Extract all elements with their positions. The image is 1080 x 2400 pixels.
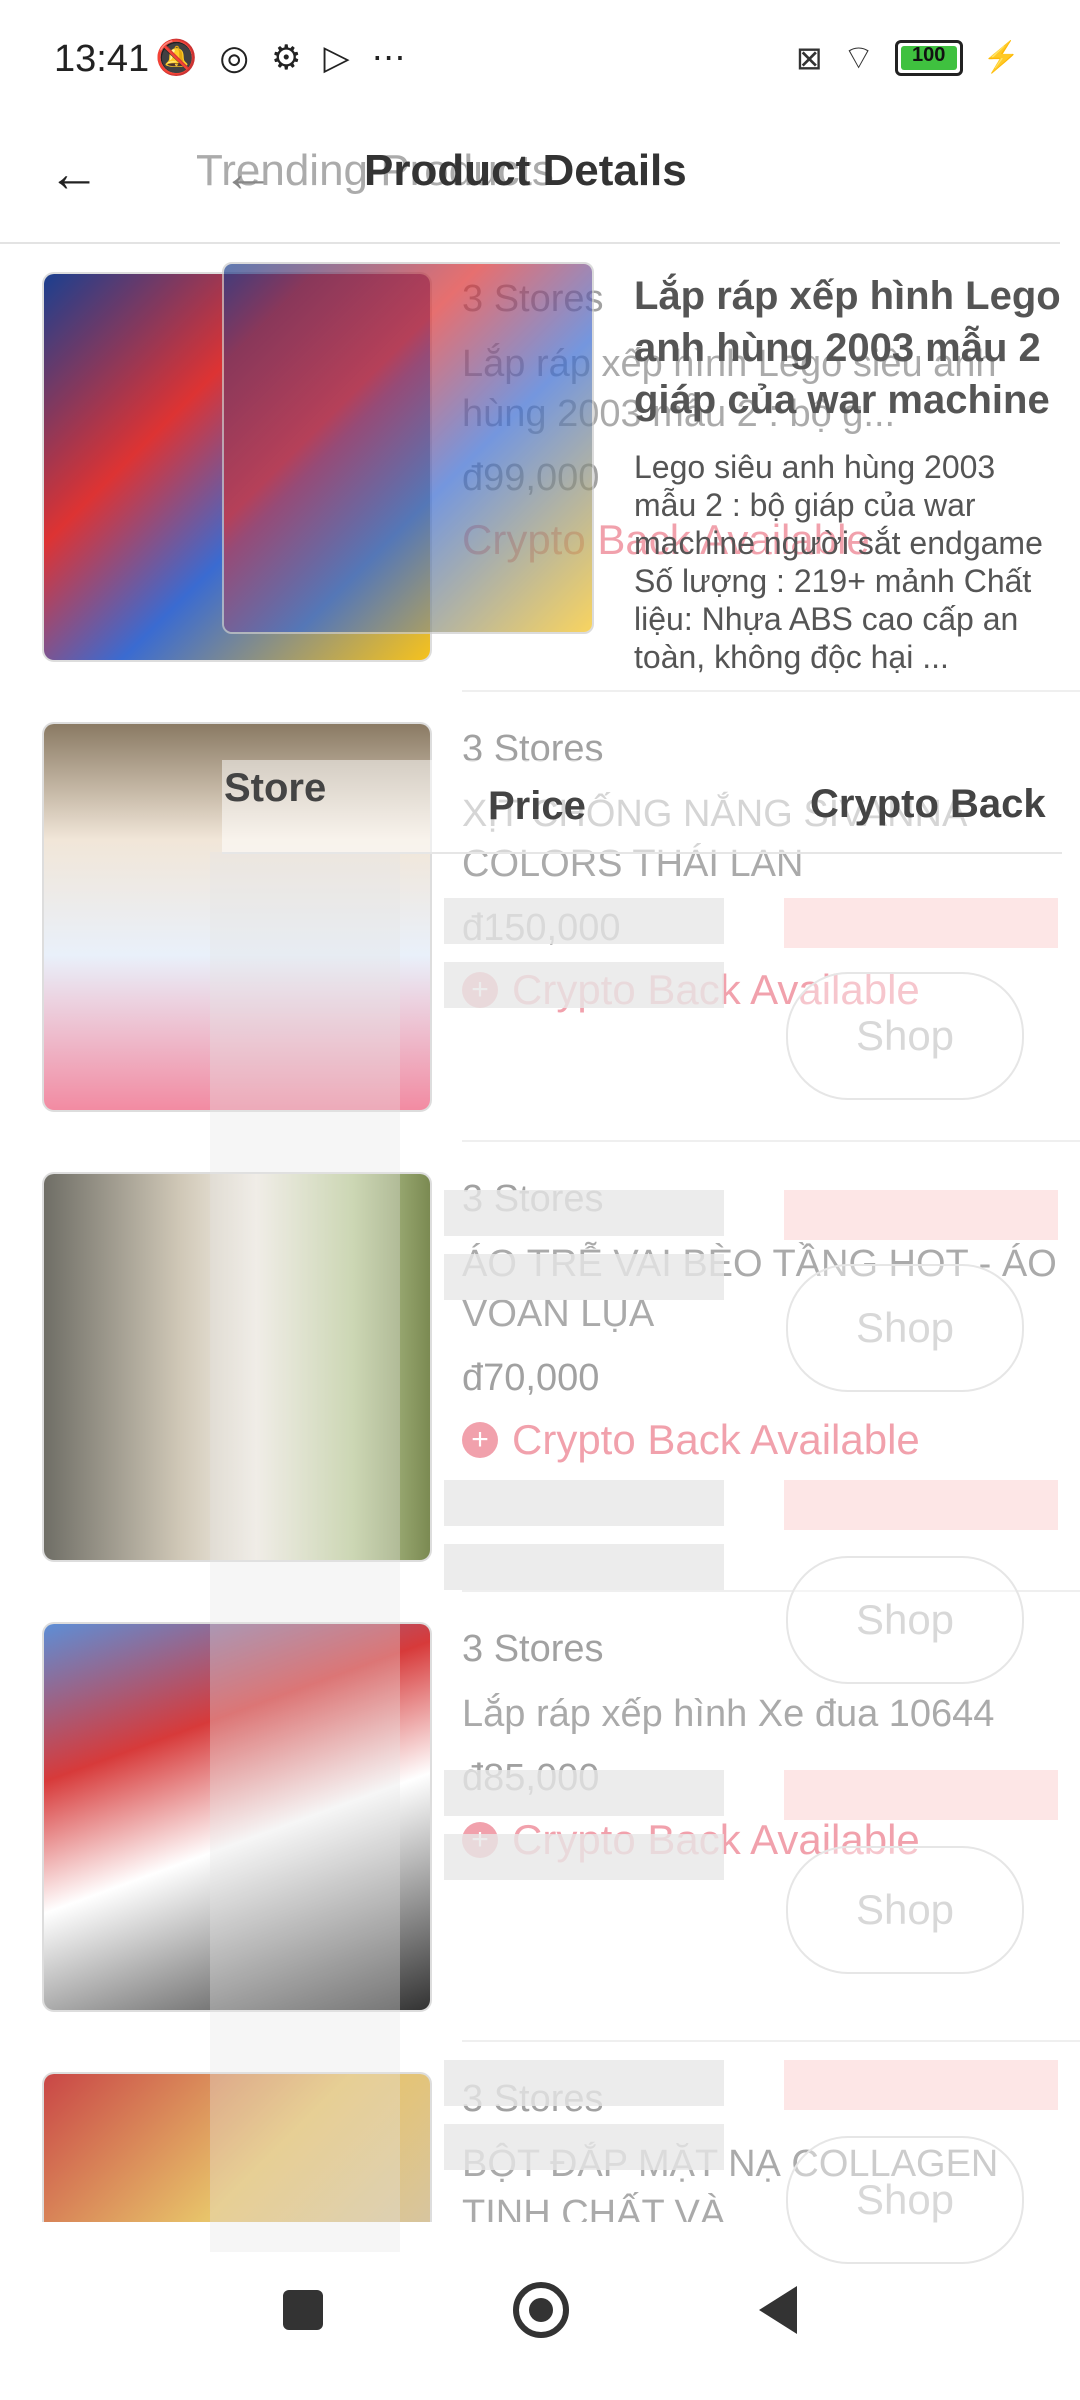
loading-panel bbox=[210, 852, 400, 2252]
header-divider bbox=[0, 242, 1060, 244]
gear-icon: ⚙ bbox=[271, 39, 302, 77]
skeleton-bar bbox=[444, 1254, 724, 1300]
column-price: Price bbox=[488, 784, 586, 828]
detail-title: Lắp ráp xếp hình Lego anh hùng 2003 mẫu … bbox=[634, 274, 1061, 422]
plus-icon: + bbox=[462, 1422, 498, 1458]
skeleton-bar bbox=[444, 1770, 724, 1816]
wifi-icon: ⌔ bbox=[842, 39, 875, 77]
nav-back-button[interactable] bbox=[759, 2286, 797, 2334]
detail-thumbnail bbox=[222, 262, 594, 634]
column-store: Store bbox=[224, 766, 327, 810]
battery-icon: 100 bbox=[894, 39, 963, 76]
detail-description: Lego siêu anh hùng 2003 mẫu 2 : bộ giáp … bbox=[634, 449, 1043, 675]
home-button[interactable] bbox=[513, 2282, 569, 2338]
shop-button[interactable]: Shop bbox=[786, 1264, 1024, 1392]
shop-button[interactable]: Shop bbox=[786, 1556, 1024, 1684]
stores-table-header: Store Price Crypto Back bbox=[222, 760, 1062, 854]
skeleton-bar bbox=[444, 1834, 724, 1880]
play-icon: ▷ bbox=[323, 39, 350, 77]
skeleton-bar bbox=[444, 898, 724, 944]
clipboard-icon: ◎ bbox=[219, 39, 250, 77]
shop-button[interactable]: Shop bbox=[786, 972, 1024, 1100]
recent-apps-button[interactable] bbox=[283, 2290, 323, 2330]
status-bar: 13:41 🔕 ◎ ⚙ ▷ ⋯ ⊠ ⌔ 100 ⚡ bbox=[0, 0, 1080, 110]
status-icons-left: 🔕 ◎ ⚙ ▷ ⋯ bbox=[155, 38, 406, 78]
list-item[interactable]: 3 Stores Lắp ráp xếp hình Xe đua 10644 đ… bbox=[42, 1622, 1080, 2042]
skeleton-pink bbox=[784, 1190, 1058, 1240]
skeleton-bar bbox=[444, 2124, 724, 2170]
item-divider bbox=[462, 1140, 1080, 1142]
product-details-title: Product Details bbox=[364, 146, 687, 195]
system-nav-bar bbox=[0, 2220, 1080, 2400]
crypto-back-label: + Crypto Back Available bbox=[462, 1416, 1062, 1464]
column-crypto-back: Crypto Back bbox=[810, 782, 1046, 826]
skeleton-pink bbox=[784, 2060, 1058, 2110]
skeleton-bar bbox=[444, 1544, 724, 1590]
crypto-back-text: Crypto Back Available bbox=[512, 1416, 920, 1463]
skeleton-bar bbox=[444, 2060, 724, 2106]
item-divider bbox=[462, 690, 1080, 692]
status-icons-right: ⊠ ⌔ 100 ⚡ bbox=[796, 36, 1020, 79]
shop-button[interactable]: Shop bbox=[786, 1846, 1024, 1974]
skeleton-pink bbox=[784, 1770, 1058, 1820]
skeleton-pink bbox=[784, 898, 1058, 948]
skeleton-bar bbox=[444, 1480, 724, 1526]
product-name: Lắp ráp xếp hình Xe đua 10644 bbox=[462, 1693, 995, 1735]
charging-icon: ⚡ bbox=[982, 41, 1020, 74]
sim-off-icon: ⊠ bbox=[795, 39, 823, 76]
status-time: 13:41 bbox=[54, 38, 150, 80]
battery-level: 100 bbox=[911, 43, 946, 66]
skeleton-pink bbox=[784, 1480, 1058, 1530]
skeleton-bar bbox=[444, 962, 724, 1008]
item-divider bbox=[462, 2040, 1080, 2042]
skeleton-bar bbox=[444, 1190, 724, 1236]
bell-off-icon: 🔕 bbox=[155, 39, 198, 77]
back-button[interactable]: ← bbox=[48, 144, 100, 204]
more-icon: ⋯ bbox=[371, 39, 406, 77]
